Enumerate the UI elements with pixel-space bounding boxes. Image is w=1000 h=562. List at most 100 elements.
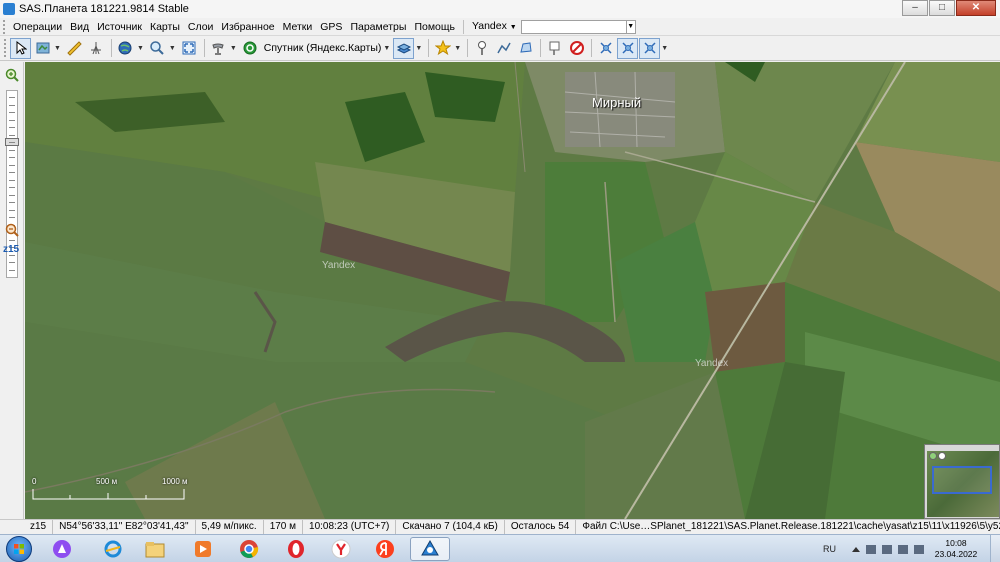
globe-button[interactable] (115, 38, 136, 59)
taskbar-yandex[interactable] (365, 537, 405, 561)
zoom-in-icon (5, 68, 19, 82)
map-source-button[interactable] (240, 38, 261, 59)
add-polygon-button[interactable] (515, 38, 536, 59)
taskbar-internet-explorer[interactable] (93, 537, 133, 561)
zoom-dropdown-icon[interactable]: ▼ (169, 45, 176, 52)
scale-bar: 0 500 м 1000 м (32, 477, 192, 505)
minimap-zoom-in-icon[interactable] (929, 452, 937, 460)
tray-expand-icon[interactable] (852, 546, 860, 552)
tray-volume-icon[interactable] (914, 544, 924, 554)
maximize-button[interactable]: □ (929, 0, 955, 16)
yandex-icon (376, 540, 394, 558)
menu-operations[interactable]: Операции (9, 18, 66, 36)
taskbar-file-explorer[interactable] (135, 537, 175, 561)
gps-center-button[interactable] (639, 37, 661, 59)
menu-separator (463, 19, 464, 34)
add-path-button[interactable] (493, 38, 514, 59)
gps-center-icon (644, 42, 656, 54)
zoom-slider-tick (9, 97, 15, 98)
map-source-icon (243, 41, 257, 55)
search-dropdown-arrow-icon[interactable]: ▼ (625, 19, 636, 34)
toolbar-separator (203, 39, 205, 57)
zoom-level-label: z15 (3, 244, 20, 255)
language-indicator[interactable]: RU (823, 544, 836, 554)
ruler-icon (67, 41, 83, 56)
satellite-dropdown-icon[interactable]: ▼ (230, 45, 237, 52)
satellite-button[interactable] (208, 38, 229, 59)
show-desktop-button[interactable] (990, 535, 1000, 562)
cursor-tool-button[interactable] (10, 37, 31, 59)
gps-track-button[interactable] (617, 37, 639, 59)
status-coordinates: N54°56'33,11" E82°03'41,43" (53, 520, 196, 534)
layers-button[interactable] (393, 37, 415, 59)
menu-settings[interactable]: Параметры (346, 18, 410, 36)
add-placemark-button[interactable] (471, 38, 492, 59)
menu-gps[interactable]: GPS (316, 18, 346, 36)
gps-dropdown-icon[interactable]: ▼ (661, 45, 668, 52)
map-move-button[interactable] (32, 38, 53, 59)
title-bar: SAS.Планета 181221.9814 Stable – □ ✕ (0, 0, 1000, 18)
zoom-slider-tick (9, 134, 15, 136)
layers-dropdown-icon[interactable]: ▼ (415, 45, 422, 52)
favorites-button[interactable] (432, 38, 453, 59)
tray-network-icon[interactable] (898, 544, 908, 554)
clock[interactable]: 10:08 23.04.2022 (930, 538, 982, 560)
zoom-out-button[interactable] (4, 222, 20, 238)
path-icon (497, 42, 511, 54)
window-title: SAS.Планета 181221.9814 Stable (19, 3, 189, 15)
map-watermark: Yandex (322, 260, 356, 271)
minimap[interactable] (924, 444, 1000, 519)
status-zoom: z15 (0, 520, 54, 534)
search-provider-dropdown[interactable]: Yandex ▼ (468, 17, 521, 37)
tray-power-icon[interactable] (882, 544, 892, 554)
search-combo[interactable]: ▼ (520, 19, 636, 35)
calibrate-button[interactable] (86, 38, 107, 59)
map-source-label[interactable]: Спутник (Яндекс.Карты) (264, 42, 382, 54)
windows-taskbar: RU 10:08 23.04.2022 (0, 534, 1000, 562)
taskbar-sas-planet[interactable] (410, 537, 450, 561)
map-move-dropdown-icon[interactable]: ▼ (54, 45, 61, 52)
map-source-dropdown-icon[interactable]: ▼ (383, 45, 390, 52)
ruler-button[interactable] (64, 38, 85, 59)
search-provider-label: Yandex (472, 19, 507, 32)
status-remaining: Осталось 54 (505, 520, 577, 534)
menu-favorites[interactable]: Избранное (217, 18, 278, 36)
favorites-dropdown-icon[interactable]: ▼ (454, 45, 461, 52)
taskbar-alice[interactable] (42, 537, 82, 561)
gps-button[interactable] (595, 38, 616, 59)
close-button[interactable]: ✕ (956, 0, 996, 16)
menu-grip (3, 19, 7, 34)
placemark-icon (477, 41, 486, 55)
menu-source[interactable]: Источник (93, 18, 146, 36)
menu-view[interactable]: Вид (66, 18, 93, 36)
minimap-zoom-out-icon[interactable] (938, 452, 946, 460)
media-player-icon (195, 541, 211, 557)
search-input[interactable] (520, 19, 626, 34)
menu-maps[interactable]: Карты (146, 18, 184, 36)
minimap-viewport[interactable] (932, 466, 992, 494)
start-button[interactable] (6, 536, 32, 562)
map-view[interactable]: Yandex Yandex Мирный 0 500 м 1000 м (25, 62, 1000, 519)
system-tray: RU 10:08 23.04.2022 (823, 535, 1000, 562)
zoom-tool-button[interactable] (147, 38, 168, 59)
tray-flag-icon[interactable] (866, 544, 876, 554)
taskbar-opera[interactable] (276, 537, 316, 561)
taskbar-chrome[interactable] (229, 537, 269, 561)
menu-bar: Операции Вид Источник Карты Слои Избранн… (0, 18, 1000, 36)
taskbar-media-player[interactable] (183, 537, 223, 561)
menu-help[interactable]: Помощь (410, 18, 459, 36)
zoom-in-button[interactable] (4, 67, 20, 83)
globe-dropdown-icon[interactable]: ▼ (137, 45, 144, 52)
fullscreen-button[interactable] (179, 38, 200, 59)
menu-layers[interactable]: Слои (184, 18, 218, 36)
taskbar-yandex-browser[interactable] (321, 537, 361, 561)
zoom-slider-tick (9, 172, 15, 173)
zoom-slider-tick (9, 194, 15, 196)
marks-visibility-button[interactable] (544, 38, 565, 59)
satellite-imagery[interactable] (25, 62, 1000, 519)
stop-button[interactable] (566, 38, 587, 59)
toolbar-separator (591, 39, 593, 57)
zoom-slider-tick (9, 164, 15, 166)
minimize-button[interactable]: – (902, 0, 928, 16)
menu-marks[interactable]: Метки (279, 18, 317, 36)
